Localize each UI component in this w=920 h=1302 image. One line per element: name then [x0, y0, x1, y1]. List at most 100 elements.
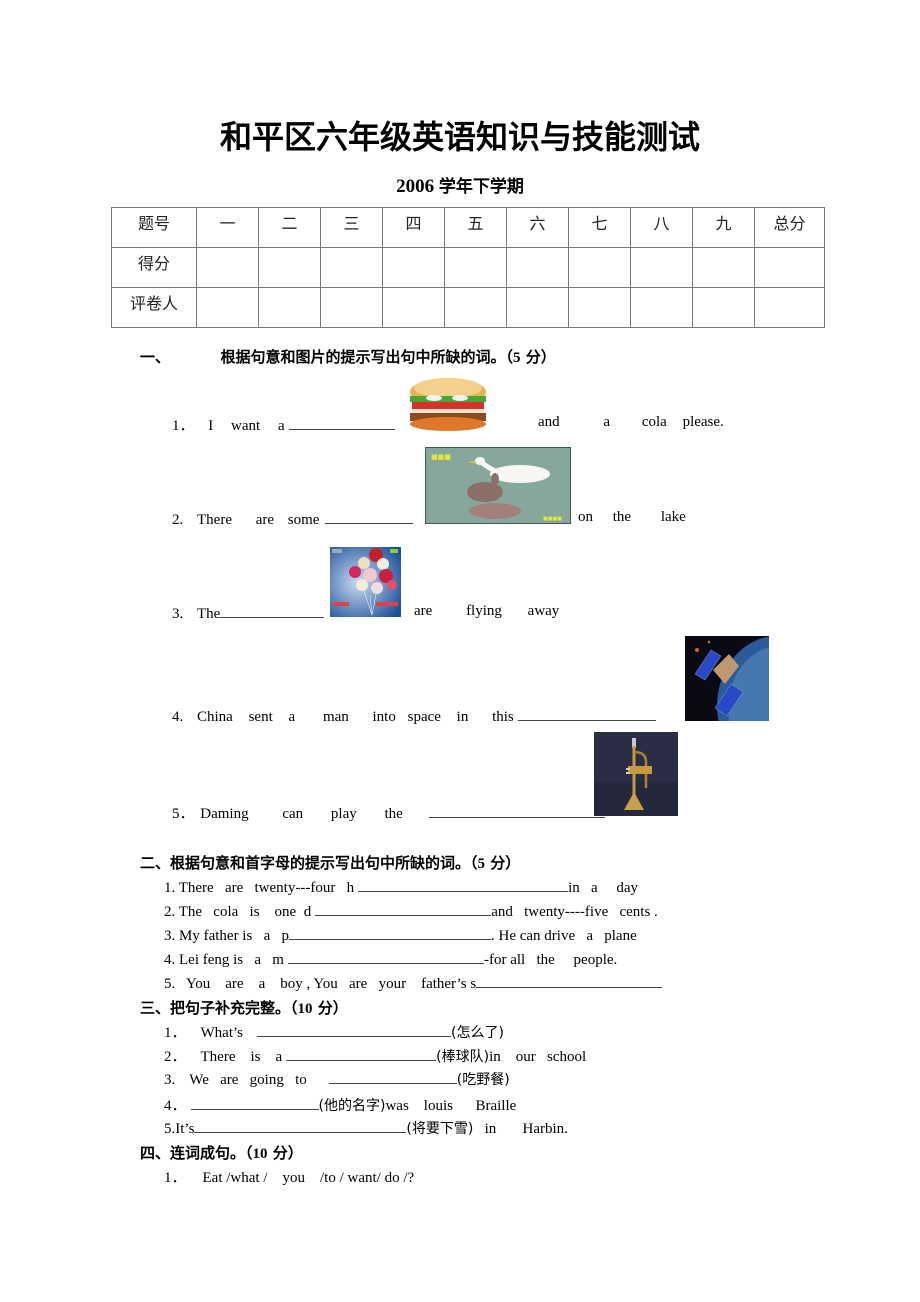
- word: this: [492, 709, 514, 725]
- spaceship-image: [685, 636, 769, 721]
- item-prefix: 3. My father is a p: [164, 928, 289, 944]
- score-cell[interactable]: [630, 247, 693, 288]
- word: China: [197, 709, 233, 725]
- section-points-suffix: 分）: [267, 1144, 303, 1162]
- answer-blank[interactable]: [286, 1046, 437, 1061]
- score-cell[interactable]: [754, 247, 825, 288]
- word: into: [372, 709, 396, 725]
- s2-item-5: 5. You are a boy , You are your father’s…: [164, 973, 663, 993]
- item-suffix: in a day: [568, 880, 639, 896]
- svg-text:■■■■: ■■■■: [543, 516, 562, 522]
- word: a: [603, 414, 611, 430]
- section-index: 一、: [140, 348, 171, 366]
- word: man: [322, 709, 349, 725]
- s2-item-3: 3. My father is a p . He can drive a plan…: [164, 925, 637, 945]
- item-prefix: 4. Lei feng is a m: [164, 952, 284, 968]
- item-number: 3.: [164, 1072, 176, 1088]
- s3-item-2: 2． There is a (棒球队)in our school: [164, 1045, 586, 1066]
- s2-item-4: 4. Lei feng is a m -for all the people.: [164, 949, 617, 969]
- score-row: 得分: [111, 247, 825, 288]
- score-cell[interactable]: [258, 247, 321, 288]
- answer-blank[interactable]: [325, 509, 414, 524]
- score-table: 题号 一 二 三 四 五 六 七 八 九 总分 得分 评卷人: [111, 207, 825, 328]
- item-suffix: was louis Braille: [385, 1098, 517, 1114]
- page-subtitle: 2006 学年下学期: [0, 172, 920, 198]
- section-points-suffix: 分）: [485, 854, 521, 872]
- grader-cell[interactable]: [196, 287, 259, 328]
- score-cell[interactable]: [444, 247, 507, 288]
- row-label: 评卷人: [111, 287, 197, 328]
- word: please.: [682, 414, 724, 430]
- grader-cell[interactable]: [568, 287, 631, 328]
- s1-item-4: 4. China sent a man into space in this: [172, 706, 656, 726]
- answer-blank[interactable]: [190, 1095, 319, 1110]
- s1-item-3-after: are flying away: [414, 603, 559, 620]
- svg-text:■■■: ■■■: [431, 453, 451, 461]
- item-number: 5.It’s: [164, 1121, 195, 1137]
- grader-cell[interactable]: [444, 287, 507, 328]
- header-cell: 三: [320, 207, 383, 248]
- s3-item-4: 4． (他的名字)was louis Braille: [164, 1094, 516, 1115]
- item-prefix: 2. The cola is one d: [164, 904, 312, 920]
- header-cell: 二: [258, 207, 321, 248]
- item-number: 1．: [172, 418, 195, 434]
- answer-blank[interactable]: [287, 949, 484, 964]
- answer-blank[interactable]: [315, 901, 492, 916]
- s4-item-1: 1． Eat /what / you /to / want/ do /?: [164, 1166, 414, 1187]
- section-points: 5: [477, 856, 486, 872]
- grader-cell[interactable]: [630, 287, 693, 328]
- score-cell[interactable]: [196, 247, 259, 288]
- word: There: [197, 512, 232, 528]
- word: are: [414, 603, 433, 619]
- section2-heading: 二、根据句意和首字母的提示写出句中所缺的词。（5 分）: [140, 852, 520, 873]
- answer-blank[interactable]: [428, 803, 605, 818]
- section-instruction: 根据句意和首字母的提示写出句中所缺的词。（: [170, 854, 478, 872]
- score-cell[interactable]: [320, 247, 383, 288]
- answer-blank[interactable]: [517, 706, 656, 721]
- answer-blank[interactable]: [257, 1022, 452, 1037]
- word: lake: [660, 509, 686, 525]
- item-number: 2．: [164, 1049, 187, 1065]
- section4-heading: 四、连词成句。（10 分）: [140, 1142, 303, 1163]
- grader-cell[interactable]: [320, 287, 383, 328]
- item-suffix: -for all the people.: [483, 952, 618, 968]
- score-cell[interactable]: [382, 247, 445, 288]
- word: some: [287, 512, 320, 528]
- word: and: [538, 414, 560, 430]
- word: I: [208, 418, 214, 434]
- word: cola: [641, 414, 667, 430]
- answer-blank[interactable]: [476, 973, 663, 988]
- answer-blank[interactable]: [288, 925, 491, 940]
- item-prefix: We are going to: [189, 1072, 307, 1088]
- section-points-suffix: 分）: [520, 348, 556, 366]
- answer-blank[interactable]: [358, 877, 569, 892]
- section-instruction: 根据句意和图片的提示写出句中所缺的词。（: [220, 348, 513, 366]
- score-cell[interactable]: [568, 247, 631, 288]
- item-number: 4．: [164, 1098, 187, 1114]
- grader-cell[interactable]: [506, 287, 569, 328]
- subtitle-year: 2006: [396, 176, 435, 197]
- item-prefix: What’s: [200, 1025, 244, 1041]
- score-cell[interactable]: [692, 247, 755, 288]
- answer-blank[interactable]: [288, 415, 395, 430]
- s1-item-2: 2. There are some: [172, 509, 414, 529]
- word: a: [288, 709, 296, 725]
- score-cell[interactable]: [506, 247, 569, 288]
- section-points-suffix: 分）: [312, 999, 348, 1017]
- section-index: 二、: [140, 854, 171, 872]
- answer-blank[interactable]: [328, 1069, 457, 1084]
- s3-item-3: 3. We are going to (吃野餐): [164, 1069, 510, 1089]
- grader-cell[interactable]: [692, 287, 755, 328]
- grader-cell[interactable]: [382, 287, 445, 328]
- header-cell: 七: [568, 207, 631, 248]
- word: play: [330, 806, 357, 822]
- grader-cell[interactable]: [754, 287, 825, 328]
- s1-item-2-after: on the lake: [578, 509, 686, 526]
- item-prefix: 1. There are twenty---four h: [164, 880, 355, 896]
- answer-blank[interactable]: [220, 603, 325, 618]
- answer-blank[interactable]: [194, 1118, 407, 1133]
- section1-heading: 一、 根据句意和图片的提示写出句中所缺的词。（5 分）: [140, 346, 556, 367]
- word: the: [384, 806, 403, 822]
- chinese-hint: (怎么了): [451, 1025, 504, 1041]
- grader-cell[interactable]: [258, 287, 321, 328]
